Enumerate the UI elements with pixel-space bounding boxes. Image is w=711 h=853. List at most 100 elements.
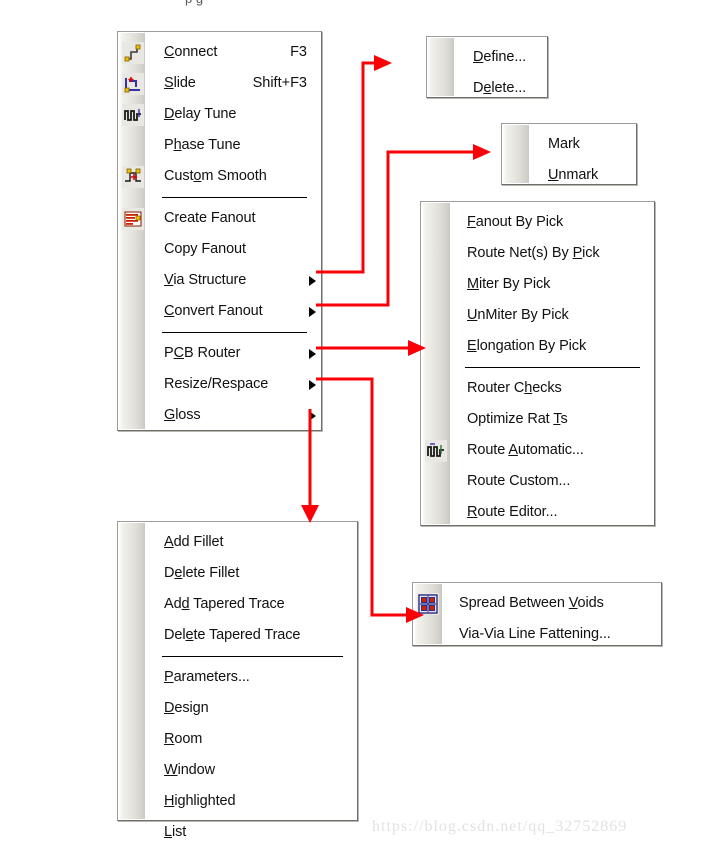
menu-separator bbox=[162, 656, 343, 657]
menu-item-optimize-rat-ts[interactable]: Optimize Rat Ts bbox=[421, 404, 654, 435]
menu-resize-respace-items: Spread Between Voids Via-Via Line Fatteni… bbox=[413, 583, 661, 655]
menu-item-window[interactable]: Window bbox=[118, 755, 357, 786]
menu-item-route-net-s-by-pick[interactable]: Route Net(s) By Pick bbox=[421, 238, 654, 269]
menu-item-convert-fanout[interactable]: Convert Fanout bbox=[118, 296, 321, 327]
menu-item-label: List bbox=[164, 824, 187, 840]
menu-item-resize-respace[interactable]: Resize/Respace bbox=[118, 369, 321, 400]
menu-item-label: Design bbox=[164, 700, 209, 716]
menu-item-route-editor[interactable]: Route Editor... bbox=[421, 497, 654, 528]
menu-item-via-via-line-fattening[interactable]: Via-Via Line Fattening... bbox=[413, 619, 661, 650]
menu-separator bbox=[465, 367, 640, 368]
menu-item-slide[interactable]: Slide Shift+F3 bbox=[118, 68, 321, 99]
create-fanout-icon bbox=[122, 207, 144, 230]
menu-item-label: Define... bbox=[473, 49, 527, 65]
menu-item-label: UnMiter By Pick bbox=[467, 307, 569, 323]
menu-item-label: Route Automatic... bbox=[467, 442, 584, 458]
menu-item-design[interactable]: Design bbox=[118, 693, 357, 724]
menu-item-label: Delay Tune bbox=[164, 106, 237, 122]
top-cropped-text: p g bbox=[0, 0, 711, 14]
menu-item-router-checks[interactable]: Router Checks bbox=[421, 373, 654, 404]
menu-item-label: Delete... bbox=[473, 80, 527, 96]
menu-item-fanout-by-pick[interactable]: Fanout By Pick bbox=[421, 207, 654, 238]
menu-route-items: Connect F3 Slide Shift+F3 Delay Tune Phase … bbox=[118, 32, 321, 436]
menu-item-label: Highlighted bbox=[164, 793, 236, 809]
arrowhead-convert-fanout bbox=[473, 144, 491, 160]
menu-item-label: Route Editor... bbox=[467, 504, 558, 520]
menu-item-define[interactable]: Define... bbox=[427, 42, 547, 73]
screenshot-canvas: p g Connect F3 bbox=[0, 0, 711, 851]
menu-item-label: Unmark bbox=[548, 167, 599, 183]
menu-convert-fanout-items: Mark Unmark bbox=[502, 124, 636, 196]
menu-item-gloss[interactable]: Gloss bbox=[118, 400, 321, 431]
menu-item-route-automatic[interactable]: Route Automatic... bbox=[421, 435, 654, 466]
submenu-arrow-icon bbox=[309, 410, 316, 421]
menu-item-add-tapered-trace[interactable]: Add Tapered Trace bbox=[118, 589, 357, 620]
menu-item-delete-tapered-trace[interactable]: Delete Tapered Trace bbox=[118, 620, 357, 651]
menu-item-label: Miter By Pick bbox=[467, 276, 551, 292]
menu-item-label: Elongation By Pick bbox=[467, 338, 587, 354]
menu-item-label: Convert Fanout bbox=[164, 303, 263, 319]
menu-gloss[interactable]: Add Fillet Delete Fillet Add Tapered Trace… bbox=[117, 521, 358, 840]
menu-item-phase-tune[interactable]: Phase Tune bbox=[118, 130, 321, 161]
menu-item-delete[interactable]: Delete... bbox=[427, 73, 547, 104]
menu-via-structure-items: Define... Delete... bbox=[427, 37, 547, 109]
delay-tune-icon bbox=[122, 103, 144, 126]
menu-separator bbox=[162, 197, 307, 198]
menu-item-list[interactable]: List bbox=[118, 817, 357, 848]
menu-item-label: Parameters... bbox=[164, 669, 250, 685]
menu-item-route-custom[interactable]: Route Custom... bbox=[421, 466, 654, 497]
menu-item-unmark[interactable]: Unmark bbox=[502, 160, 636, 191]
menu-item-create-fanout[interactable]: Create Fanout bbox=[118, 203, 321, 234]
spread-between-voids-icon bbox=[417, 592, 439, 615]
menu-item-label: Router Checks bbox=[467, 380, 562, 396]
menu-pcb-router[interactable]: Fanout By Pick Route Net(s) By Pick Miter … bbox=[420, 201, 655, 526]
menu-item-pcb-router[interactable]: PCB Router bbox=[118, 338, 321, 369]
menu-item-label: Custom Smooth bbox=[164, 168, 267, 184]
menu-item-copy-fanout[interactable]: Copy Fanout bbox=[118, 234, 321, 265]
arrowhead-via-structure bbox=[374, 55, 392, 71]
menu-item-label: Route Custom... bbox=[467, 473, 571, 489]
menu-separator bbox=[162, 332, 307, 333]
menu-item-label: Create Fanout bbox=[164, 210, 256, 226]
menu-item-label: Via Structure bbox=[164, 272, 247, 288]
menu-route[interactable]: Connect F3 Slide Shift+F3 Delay Tune Phase … bbox=[117, 31, 322, 431]
menu-item-label: Mark bbox=[548, 136, 580, 152]
menu-item-mark[interactable]: Mark bbox=[502, 129, 636, 160]
menu-item-custom-smooth[interactable]: Custom Smooth bbox=[118, 161, 321, 192]
menu-item-highlighted[interactable]: Highlighted bbox=[118, 786, 357, 817]
menu-item-label: Connect bbox=[164, 44, 218, 60]
menu-item-label: Route Net(s) By Pick bbox=[467, 245, 600, 261]
menu-item-label: Slide bbox=[164, 75, 196, 91]
menu-item-label: PCB Router bbox=[164, 345, 241, 361]
menu-item-via-structure[interactable]: Via Structure bbox=[118, 265, 321, 296]
menu-via-structure[interactable]: Define... Delete... bbox=[426, 36, 548, 98]
menu-item-label: Resize/Respace bbox=[164, 376, 269, 392]
menu-item-delete-fillet[interactable]: Delete Fillet bbox=[118, 558, 357, 589]
menu-item-delay-tune[interactable]: Delay Tune bbox=[118, 99, 321, 130]
menu-pcb-router-items: Fanout By Pick Route Net(s) By Pick Miter … bbox=[421, 202, 654, 533]
menu-gloss-items: Add Fillet Delete Fillet Add Tapered Trace… bbox=[118, 522, 357, 853]
slide-icon bbox=[122, 72, 144, 95]
top-cropped-fragment: p g bbox=[185, 0, 203, 6]
menu-item-label: Delete Tapered Trace bbox=[164, 627, 301, 643]
menu-convert-fanout[interactable]: Mark Unmark bbox=[501, 123, 637, 185]
menu-item-unmiter-by-pick[interactable]: UnMiter By Pick bbox=[421, 300, 654, 331]
custom-smooth-icon bbox=[122, 165, 144, 188]
menu-item-label: Phase Tune bbox=[164, 137, 241, 153]
menu-item-miter-by-pick[interactable]: Miter By Pick bbox=[421, 269, 654, 300]
menu-item-label: Via-Via Line Fattening... bbox=[459, 626, 611, 642]
watermark: https://blog.csdn.net/qq_32752869 bbox=[372, 818, 628, 835]
menu-item-room[interactable]: Room bbox=[118, 724, 357, 755]
menu-resize-respace[interactable]: Spread Between Voids Via-Via Line Fatteni… bbox=[412, 582, 662, 646]
menu-item-label: Fanout By Pick bbox=[467, 214, 564, 230]
menu-item-add-fillet[interactable]: Add Fillet bbox=[118, 527, 357, 558]
menu-item-connect[interactable]: Connect F3 bbox=[118, 37, 321, 68]
submenu-arrow-icon bbox=[309, 275, 316, 286]
menu-item-label: Gloss bbox=[164, 407, 201, 423]
menu-item-label: Room bbox=[164, 731, 203, 747]
menu-item-spread-between-voids[interactable]: Spread Between Voids bbox=[413, 588, 661, 619]
menu-item-parameters[interactable]: Parameters... bbox=[118, 662, 357, 693]
menu-item-elongation-by-pick[interactable]: Elongation By Pick bbox=[421, 331, 654, 362]
connect-icon bbox=[122, 41, 144, 64]
menu-item-label: Window bbox=[164, 762, 215, 778]
